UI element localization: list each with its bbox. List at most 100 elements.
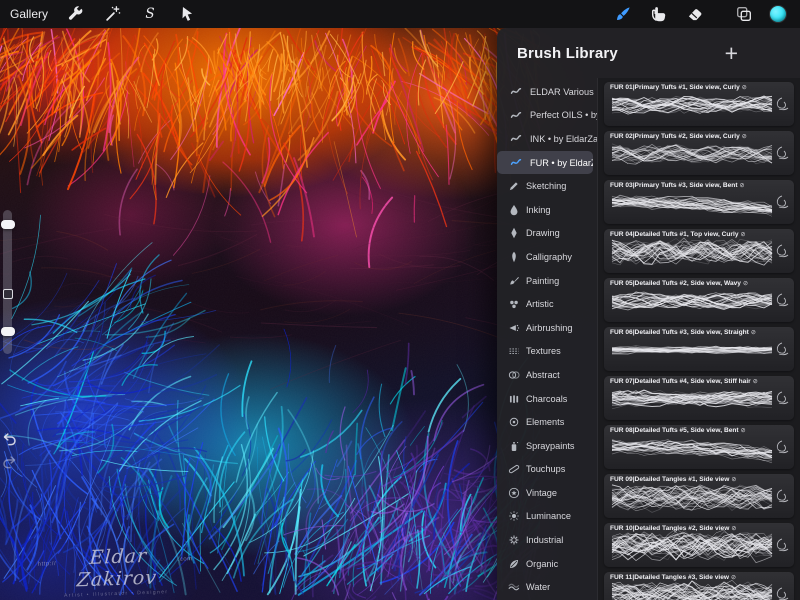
elements-icon	[509, 417, 519, 427]
drop-icon	[510, 204, 518, 216]
brush-sets-list: ELDAR Various Perfect OILS • by Eld... INK…	[497, 78, 598, 600]
right-tool-group	[613, 4, 790, 24]
brush-set-abstract[interactable]: Abstract	[497, 363, 597, 387]
brush-name: FUR 02|Primary Tufts #2, Side view, Curl…	[610, 133, 747, 140]
brush-set-drawing[interactable]: Drawing	[497, 222, 597, 246]
svg-text:S: S	[145, 6, 154, 22]
brush-set-water[interactable]: Water	[497, 575, 597, 599]
brush-icon	[616, 7, 630, 21]
brush-set-textures[interactable]: Textures	[497, 340, 597, 364]
brush-set-label: Painting	[526, 275, 560, 286]
brush-item[interactable]: FUR 02|Primary Tufts #2, Side view, Curl…	[604, 131, 794, 175]
brush-item[interactable]: FUR 04|Detailed Tufts #1, Top view, Curl…	[604, 229, 794, 273]
brush-item[interactable]: FUR 09|Detailed Tangles #1, Side view ⊘	[604, 474, 794, 518]
brush-set-label: Industrial	[526, 535, 564, 546]
tool-layers-button[interactable]	[734, 4, 754, 24]
brush-badge-icon: ⊘	[731, 526, 737, 532]
color-swatch-button[interactable]	[770, 4, 790, 24]
brush-set-calligraphy[interactable]: Calligraphy	[497, 245, 597, 269]
top-toolbar: Gallery S	[0, 0, 800, 28]
brush-item[interactable]: FUR 03|Primary Tufts #3, Side view, Bent…	[604, 180, 794, 224]
wrench-icon	[68, 6, 83, 20]
brush-set-eldar-various[interactable]: ELDAR Various	[497, 80, 597, 104]
brush-list: FUR 01|Primary Tufts #1, Side view, Curl…	[598, 78, 800, 600]
brush-badge-icon: ⊘	[742, 281, 748, 287]
brush-set-organic[interactable]: Organic	[497, 552, 597, 576]
brush-set-touchups[interactable]: Touchups	[497, 458, 597, 482]
stroke-icon	[510, 111, 522, 118]
nib-icon	[511, 228, 517, 239]
brush-library-panel: Brush Library + ELDAR Various Perfect OIL…	[497, 28, 800, 600]
brush-set-label: FUR • by EldarZakirov	[530, 157, 593, 168]
cursor-icon	[182, 6, 193, 21]
wave-icon	[508, 583, 520, 591]
brush-name: FUR 04|Detailed Tufts #1, Top view, Curl…	[610, 231, 746, 238]
gallery-button[interactable]: Gallery	[10, 7, 48, 21]
brush-set-ink-by-eldarzakirov[interactable]: INK • by EldarZakirov	[497, 127, 597, 151]
brush-item[interactable]: FUR 08|Detailed Tufts #5, Side view, Ben…	[604, 425, 794, 469]
brush-set-painting[interactable]: Painting	[497, 269, 597, 293]
brush-set-luminance[interactable]: Luminance	[497, 505, 597, 529]
paintbrush-icon	[510, 276, 519, 285]
brush-item[interactable]: FUR 01|Primary Tufts #1, Side view, Curl…	[604, 82, 794, 126]
tool-selection-button[interactable]: S	[140, 4, 160, 24]
redo-button[interactable]	[2, 455, 17, 470]
tool-erase-button[interactable]	[685, 4, 705, 24]
brush-badge-icon: ⊘	[741, 134, 747, 140]
tool-actions-button[interactable]	[66, 4, 86, 24]
brush-set-elements[interactable]: Elements	[497, 410, 597, 434]
tool-smudge-button[interactable]	[649, 4, 669, 24]
tool-adjustments-button[interactable]	[103, 4, 123, 24]
bandage-icon	[508, 465, 520, 474]
redo-icon	[3, 456, 16, 469]
layers-icon	[737, 7, 751, 21]
brush-name: FUR 09|Detailed Tangles #1, Side view ⊘	[610, 476, 737, 483]
brush-set-spraypaints[interactable]: Spraypaints	[497, 434, 597, 458]
pencil-icon	[509, 182, 518, 191]
canvas-artwork	[0, 28, 540, 600]
brush-set-fur-by-eldarzakirov[interactable]: FUR • by EldarZakirov	[497, 150, 593, 175]
modify-button[interactable]	[3, 289, 13, 299]
undo-button[interactable]	[2, 432, 17, 447]
brush-item[interactable]: FUR 10|Detailed Tangles #2, Side view ⊘	[604, 523, 794, 567]
brush-set-airbrushing[interactable]: Airbrushing	[497, 316, 597, 340]
brush-set-industrial[interactable]: Industrial	[497, 528, 597, 552]
panel-header: Brush Library +	[497, 28, 800, 78]
brush-badge-icon: ⊘	[752, 379, 758, 385]
brush-item[interactable]: FUR 11|Detailed Tangles #3, Side view ⊘	[604, 572, 794, 600]
brush-set-label: Spraypaints	[526, 440, 575, 451]
color-swatch-icon	[770, 6, 786, 22]
tool-transform-button[interactable]	[177, 4, 197, 24]
brush-name: FUR 06|Detailed Tufts #3, Side view, Str…	[610, 329, 756, 336]
panel-body: ELDAR Various Perfect OILS • by Eld... INK…	[497, 78, 800, 600]
brush-item[interactable]: FUR 05|Detailed Tufts #2, Side view, Wav…	[604, 278, 794, 322]
brush-size-slider-handle[interactable]	[1, 220, 15, 229]
brush-set-sketching[interactable]: Sketching	[497, 174, 597, 198]
add-brush-button[interactable]: +	[725, 41, 738, 65]
brush-set-label: Calligraphy	[526, 251, 572, 262]
brush-set-label: Charcoals	[526, 393, 568, 404]
brush-set-artistic[interactable]: Artistic	[497, 292, 597, 316]
brush-item[interactable]: FUR 06|Detailed Tufts #3, Side view, Str…	[604, 327, 794, 371]
brush-badge-icon: ⊘	[731, 477, 737, 483]
brush-set-label: Touchups	[526, 464, 566, 475]
brush-set-charcoals[interactable]: Charcoals	[497, 387, 597, 411]
brush-badge-icon: ⊘	[741, 85, 747, 91]
brush-set-label: Textures	[526, 346, 561, 357]
tool-paint-button[interactable]	[613, 4, 633, 24]
brush-badge-icon: ⊘	[731, 575, 737, 581]
brush-set-label: Airbrushing	[526, 322, 573, 333]
opacity-slider-handle[interactable]	[1, 327, 15, 336]
watermark-signature: Eldar Zakirov	[75, 544, 158, 592]
brush-set-inking[interactable]: Inking	[497, 198, 597, 222]
brush-item[interactable]: FUR 07|Detailed Tufts #4, Side view, Sti…	[604, 376, 794, 420]
brush-badge-icon: ⊘	[739, 183, 745, 189]
brush-set-vintage[interactable]: Vintage	[497, 481, 597, 505]
smudge-icon	[651, 7, 666, 22]
stroke-icon	[510, 159, 522, 166]
wand-icon	[106, 6, 121, 21]
artistic-icon	[510, 300, 518, 309]
brush-set-label: Vintage	[526, 487, 557, 498]
airbrush-icon	[509, 324, 520, 331]
brush-set-perfect-oils-by-eld[interactable]: Perfect OILS • by Eld...	[497, 104, 597, 128]
